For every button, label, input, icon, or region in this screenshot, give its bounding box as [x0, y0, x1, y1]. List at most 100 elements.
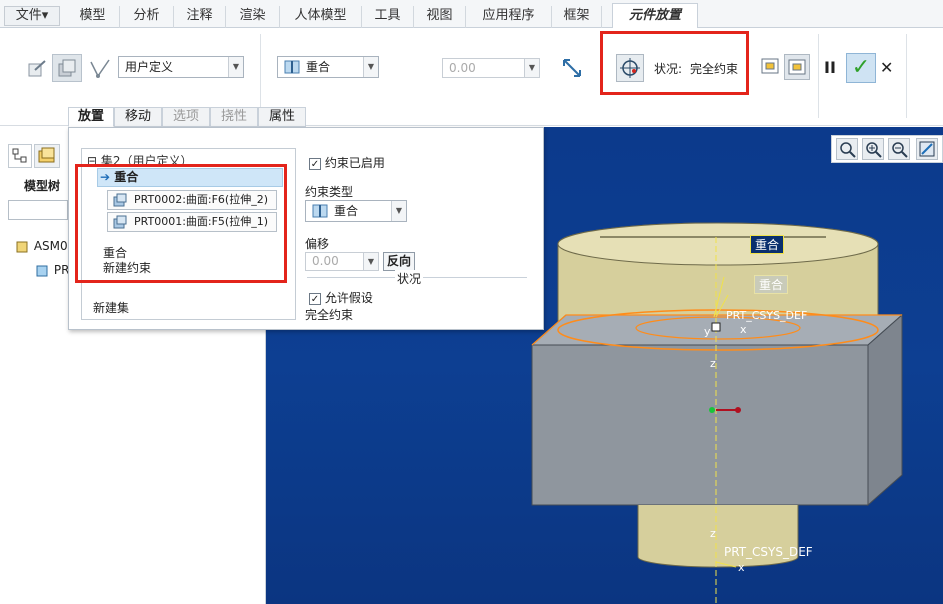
zoom-in-icon-glyph [866, 142, 882, 158]
subtab-move[interactable]: 移动 [114, 107, 162, 127]
refit-icon[interactable] [836, 138, 858, 160]
flip-constraint-icon[interactable] [560, 56, 584, 83]
tab-component-placement-label: 元件放置 [628, 8, 681, 23]
cancel-button[interactable]: ✕ [880, 58, 893, 77]
block-front-face [531, 344, 869, 506]
csys-origin-marker [711, 322, 721, 332]
offset-input[interactable]: 0.00 ▼ [442, 58, 540, 78]
zoom-out-icon-glyph [892, 142, 908, 158]
tab-annotate[interactable]: 注释 [174, 6, 226, 28]
chevron-down-icon: ▼ [363, 253, 378, 270]
new-set-link[interactable]: 新建集 [93, 299, 129, 316]
block-side-face [867, 313, 903, 507]
constraint-set-type-dropdown[interactable]: 用户定义 ▼ [118, 56, 244, 78]
tree-row-asm[interactable]: ASM0 [16, 239, 68, 254]
constraint-type-label: 约束类型 [305, 185, 354, 199]
axis-x-label-bottom: x [738, 561, 745, 574]
coincident-icon [312, 204, 328, 224]
subtab-flexibility[interactable]: 挠性 [210, 107, 258, 127]
tree-row-part[interactable]: PR [36, 263, 69, 278]
ribbon-tab-bar: 文件▾ 模型 分析 注释 渲染 人体模型 工具 视图 应用程序 框架 元件放置 [0, 0, 943, 29]
tab-view[interactable]: 视图 [414, 6, 466, 28]
view-toolbar [831, 135, 943, 163]
chevron-down-icon: ▼ [228, 57, 243, 77]
zoom-out-icon[interactable] [888, 138, 910, 160]
assembly-icon [16, 241, 28, 252]
refit-icon-glyph [840, 142, 856, 158]
constraint-enabled-label: 约束已启用 [324, 156, 385, 170]
coincident-icon [284, 60, 300, 80]
constraint-set-type-value: 用户定义 [125, 60, 174, 74]
tab-component-placement[interactable]: 元件放置 [612, 3, 698, 29]
constraint-type-select-value: 重合 [334, 204, 359, 218]
chevron-down-icon: ▼ [363, 57, 378, 77]
csys-label-bottom: PRT_CSYS_DEF [724, 545, 813, 559]
csys-origin-point [709, 407, 715, 413]
separate-window-icon-glyph [761, 58, 779, 74]
tab-model[interactable]: 模型 [66, 6, 120, 28]
constraint-enabled-checkbox[interactable]: ✓ 约束已启用 [309, 154, 385, 171]
constraint-type-select[interactable]: 重合 ▼ [305, 200, 407, 222]
chevron-down-icon: ▼ [391, 201, 406, 221]
subtab-placement[interactable]: 放置 [68, 107, 114, 127]
user-defined-icon[interactable] [26, 58, 48, 83]
tab-model-label: 模型 [79, 8, 106, 23]
allow-assumptions-checkbox[interactable]: ✓ 允许假设 [309, 289, 373, 306]
ribbon-separator [906, 34, 907, 118]
model-tree-search-input[interactable] [8, 200, 68, 220]
file-dropdown-icon: ▾ [41, 8, 49, 23]
tab-render[interactable]: 渲染 [226, 6, 280, 28]
cylinder-top-cap [557, 222, 879, 266]
tab-manikin[interactable]: 人体模型 [280, 6, 362, 28]
axis-x-label: x [740, 323, 747, 336]
tab-file[interactable]: 文件▾ [4, 6, 60, 26]
assembly-type-icon-glyph [58, 59, 76, 77]
assembly-type-icon[interactable] [52, 54, 82, 82]
repaint-icon-glyph [919, 141, 935, 157]
csys-x-endpoint [735, 407, 741, 413]
status-group-title: 状况 [395, 270, 424, 287]
model-tree-tab-icon[interactable] [8, 144, 32, 168]
ribbon-separator [818, 34, 819, 118]
pause-button[interactable]: II [824, 58, 836, 77]
tab-file-label: 文件 [15, 8, 42, 23]
zoom-in-icon[interactable] [862, 138, 884, 160]
flexible-icon-glyph [90, 59, 110, 78]
tab-framework[interactable]: 框架 [552, 6, 602, 28]
constraint-type-dropdown[interactable]: 重合 ▼ [277, 56, 379, 78]
offset-value-input[interactable]: 0.00 ▼ [305, 252, 379, 271]
tab-manikin-label: 人体模型 [294, 8, 347, 23]
tab-applications-label: 应用程序 [482, 8, 535, 23]
axis-y-label: y [704, 325, 711, 338]
flexible-icon[interactable] [88, 56, 112, 83]
subtab-properties[interactable]: 属性 [258, 107, 306, 127]
offset-label: 偏移 [305, 237, 330, 251]
flip-button[interactable]: 反向 [383, 252, 415, 271]
coincident-icon-glyph [312, 204, 328, 218]
chevron-down-icon: ▼ [524, 59, 539, 77]
checkbox-checked-icon: ✓ [309, 157, 321, 170]
folder-browser-tab-icon[interactable] [34, 144, 60, 168]
tree-hierarchy-icon [12, 148, 27, 163]
separate-window-icon[interactable] [760, 56, 782, 81]
checkbox-checked-icon: ✓ [309, 292, 321, 305]
tab-analysis-label: 分析 [133, 8, 160, 23]
tab-framework-label: 框架 [563, 8, 590, 23]
constraint-tag-second[interactable]: 重合 [754, 275, 789, 294]
tree-row-asm-label: ASM0 [33, 239, 68, 253]
tab-tools[interactable]: 工具 [362, 6, 414, 28]
model-tree-title: 模型树 [24, 179, 61, 193]
constraint-tag-top[interactable]: 重合 [750, 235, 785, 254]
confirm-button[interactable]: ✓ [846, 53, 876, 83]
tab-applications[interactable]: 应用程序 [466, 6, 552, 28]
repaint-icon[interactable] [916, 138, 938, 160]
offset-value: 0.00 [449, 61, 476, 75]
subtab-options[interactable]: 选项 [162, 107, 210, 127]
csys-label-top: PRT_CSYS_DEF [726, 309, 808, 322]
tab-analysis[interactable]: 分析 [120, 6, 174, 28]
allow-assumptions-label: 允许假设 [324, 291, 373, 305]
placement-status-text: 完全约束 [305, 308, 354, 322]
folder-icon [38, 147, 55, 163]
assembly-window-icon[interactable] [784, 54, 810, 80]
offset-value-text: 0.00 [312, 254, 339, 268]
